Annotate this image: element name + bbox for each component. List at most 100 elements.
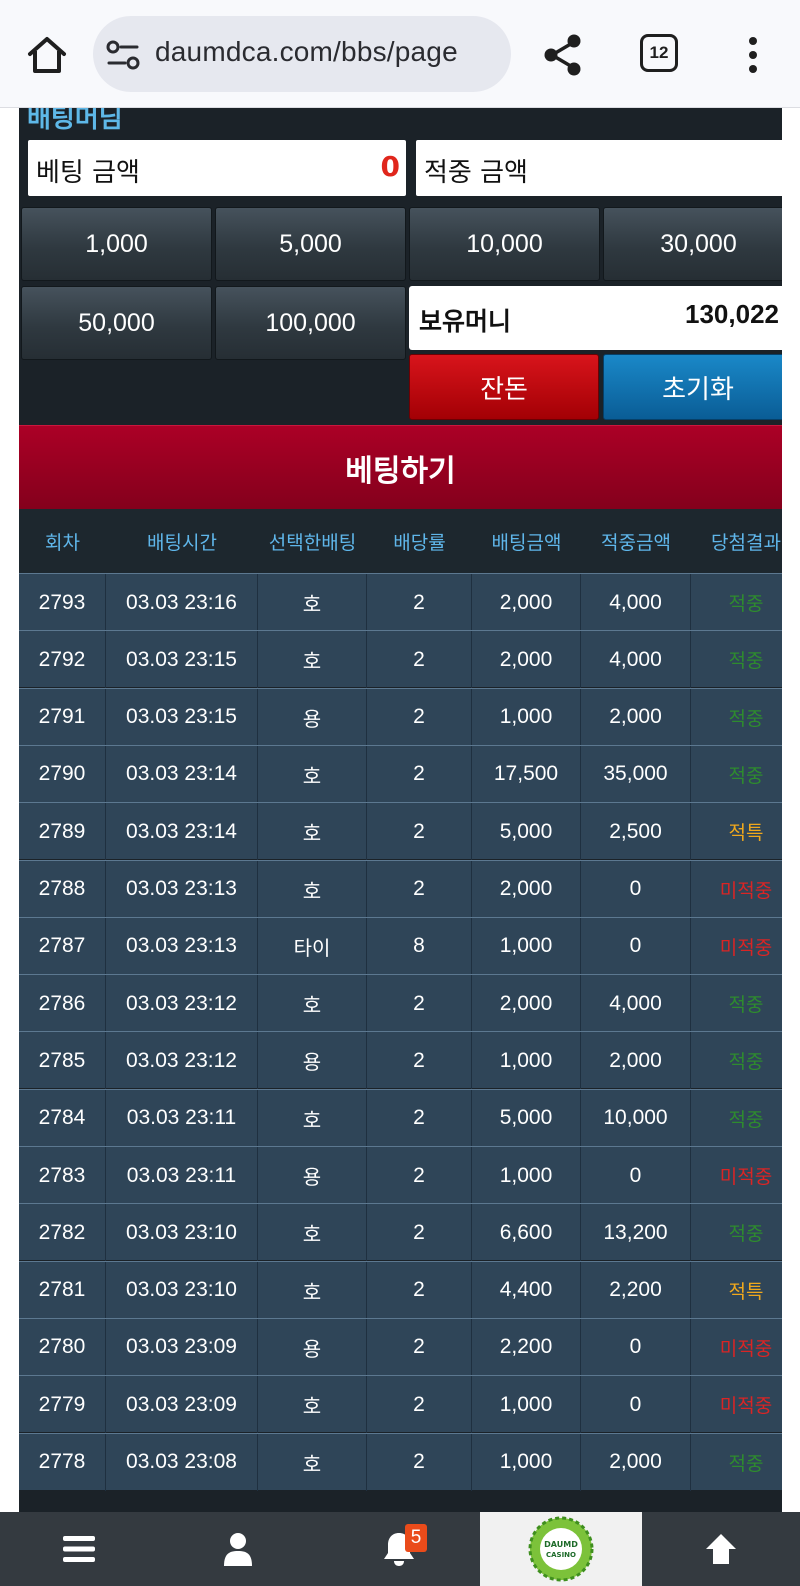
cell-win-amount: 0: [581, 1318, 691, 1376]
cell-result: 적중: [728, 1108, 764, 1131]
cell-bet-amount: 2,000: [472, 975, 581, 1033]
bottom-navigation: 5 DAUMD CASINO: [0, 1512, 800, 1586]
cell-odds: 2: [367, 745, 472, 803]
cell-odds: 2: [367, 574, 472, 631]
scroll-top-nav-button[interactable]: [642, 1512, 800, 1586]
cell-odds: 2: [367, 860, 472, 918]
cell-bet-amount: 2,200: [472, 1318, 581, 1376]
chip-1000-button[interactable]: 1,000: [21, 207, 212, 281]
balance-label: 보유머니: [419, 307, 512, 336]
cell-round: 2780: [19, 1318, 106, 1376]
cell-win-amount: 0: [581, 917, 691, 975]
browser-toolbar: daumdca.com/bbs/page 12: [0, 0, 800, 108]
cell-bet-time: 03.03 23:12: [106, 1032, 258, 1090]
cell-win-amount: 4,000: [581, 975, 691, 1033]
table-row: 2790 03.03 23:14 호 2 17,500 35,000 적중: [19, 744, 782, 803]
notifications-nav-button[interactable]: [318, 1512, 480, 1586]
cell-bet-time: 03.03 23:16: [106, 574, 258, 631]
cell-selection: 호: [258, 1376, 367, 1434]
cell-bet-amount: 2,000: [472, 631, 581, 689]
bet-amount-value: 0: [380, 150, 400, 183]
cell-round: 2789: [19, 803, 106, 861]
url-text[interactable]: daumdca.com/bbs/page: [155, 36, 458, 68]
cell-result: 적중: [728, 593, 764, 615]
menu-nav-button[interactable]: [0, 1512, 158, 1586]
cell-selection: 호: [258, 631, 367, 689]
cell-selection: 호: [258, 975, 367, 1033]
chip-30000-button[interactable]: 30,000: [603, 207, 782, 281]
address-bar[interactable]: daumdca.com/bbs/page: [93, 16, 511, 92]
chip-5000-button[interactable]: 5,000: [215, 207, 406, 281]
column-header-odds: 배당률: [393, 531, 446, 554]
cell-bet-amount: 5,000: [472, 803, 581, 861]
cell-round: 2790: [19, 745, 106, 803]
cell-round: 2779: [19, 1376, 106, 1434]
casino-logo-button[interactable]: DAUMD CASINO: [480, 1512, 642, 1586]
cell-odds: 2: [367, 803, 472, 861]
user-icon: [224, 1533, 252, 1566]
place-bet-button[interactable]: 베팅하기: [19, 425, 782, 509]
reset-button[interactable]: 초기화: [603, 354, 782, 420]
cell-result: 적특: [728, 822, 764, 845]
chip-10000-button[interactable]: 10,000: [409, 207, 600, 281]
cell-bet-amount: 4,400: [472, 1261, 581, 1319]
table-row: 2786 03.03 23:12 호 2 2,000 4,000 적중: [19, 974, 782, 1033]
cell-round: 2782: [19, 1204, 106, 1262]
cell-result: 미적중: [719, 936, 773, 959]
cell-bet-time: 03.03 23:08: [106, 1433, 258, 1491]
cell-bet-time: 03.03 23:09: [106, 1376, 258, 1434]
cell-selection: 호: [258, 1261, 367, 1319]
cell-odds: 2: [367, 1261, 472, 1319]
cell-selection: 호: [258, 745, 367, 803]
cell-bet-time: 03.03 23:11: [106, 1147, 258, 1204]
cell-odds: 2: [367, 1204, 472, 1262]
chip-50000-button[interactable]: 50,000: [21, 286, 212, 360]
cell-odds: 2: [367, 1433, 472, 1491]
cell-result: 적중: [728, 994, 764, 1017]
cell-odds: 2: [367, 1318, 472, 1376]
chip-100000-button[interactable]: 100,000: [215, 286, 406, 360]
cell-odds: 8: [367, 917, 472, 975]
cell-round: 2778: [19, 1433, 106, 1491]
table-row: 2792 03.03 23:15 호 2 2,000 4,000 적중: [19, 630, 782, 689]
column-header-win-amount: 적중금액: [601, 531, 671, 554]
cell-result: 미적중: [719, 1337, 773, 1360]
site-settings-icon[interactable]: [105, 38, 141, 72]
cell-bet-time: 03.03 23:14: [106, 803, 258, 861]
cell-win-amount: 2,000: [581, 688, 691, 746]
table-row: 2791 03.03 23:15 용 2 1,000 2,000 적중: [19, 687, 782, 746]
cell-win-amount: 2,000: [581, 1032, 691, 1090]
user-nav-button[interactable]: [158, 1512, 318, 1586]
cell-win-amount: 2,500: [581, 803, 691, 861]
table-row: 2785 03.03 23:12 용 2 1,000 2,000 적중: [19, 1031, 782, 1090]
cell-win-amount: 35,000: [581, 745, 691, 803]
column-header-bet-time: 배팅시간: [147, 531, 217, 554]
cell-bet-time: 03.03 23:14: [106, 745, 258, 803]
table-row: 2789 03.03 23:14 호 2 5,000 2,500 적특: [19, 802, 782, 861]
cell-bet-amount: 5,000: [472, 1089, 581, 1147]
cell-win-amount: 0: [581, 1376, 691, 1434]
cell-selection: 호: [258, 1433, 367, 1491]
tab-switcher-button[interactable]: 12: [640, 34, 678, 72]
share-icon[interactable]: [540, 30, 586, 80]
cell-bet-amount: 1,000: [472, 917, 581, 975]
table-row: 2787 03.03 23:13 타이 8 1,000 0 미적중: [19, 916, 782, 975]
cell-odds: 2: [367, 688, 472, 746]
home-icon[interactable]: [22, 30, 72, 80]
logo-text-top: DAUMD: [544, 1540, 578, 1549]
cell-win-amount: 2,200: [581, 1261, 691, 1319]
cell-selection: 호: [258, 803, 367, 861]
cell-bet-amount: 17,500: [472, 745, 581, 803]
cell-bet-amount: 1,000: [472, 688, 581, 746]
cell-bet-time: 03.03 23:10: [106, 1204, 258, 1262]
cell-bet-time: 03.03 23:11: [106, 1089, 258, 1147]
cell-selection: 호: [258, 574, 367, 631]
cell-result: 적특: [728, 1280, 764, 1303]
table-row: 2784 03.03 23:11 호 2 5,000 10,000 적중: [19, 1088, 782, 1147]
cell-selection: 호: [258, 860, 367, 918]
cell-selection: 타이: [258, 917, 367, 975]
more-options-icon[interactable]: [738, 32, 768, 78]
balance-box: 보유머니 130,022: [409, 286, 782, 350]
cell-selection: 호: [258, 1204, 367, 1262]
change-button[interactable]: 잔돈: [409, 354, 599, 420]
